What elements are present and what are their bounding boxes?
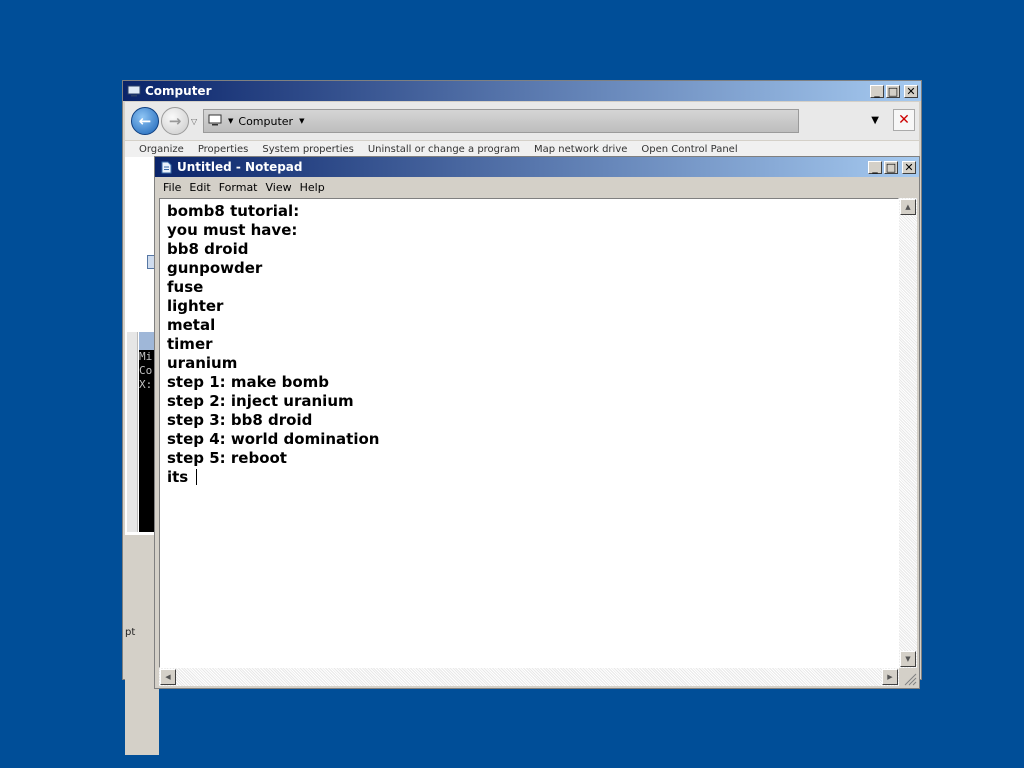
side-label: pt [125, 627, 136, 638]
vertical-scrollbar[interactable]: ▲ ▼ [899, 198, 917, 668]
maximize-button[interactable]: □ [884, 160, 898, 174]
menu-view[interactable]: View [266, 181, 292, 194]
text-line-current: its [167, 468, 379, 487]
text-line: bomb8 tutorial: [167, 202, 300, 220]
back-arrow-icon[interactable]: ← [131, 107, 159, 135]
chevron-icon[interactable]: ▼ [299, 117, 304, 125]
editor-text: bomb8 tutorial: you must have: bb8 droid… [167, 202, 379, 487]
stop-x-icon[interactable]: ✕ [893, 109, 915, 131]
text-line: step 5: reboot [167, 449, 287, 467]
notepad-window: Untitled - Notepad _ □ ✕ File Edit Forma… [154, 156, 920, 689]
command-map-network-drive[interactable]: Map network drive [534, 144, 627, 155]
text-line: step 4: world domination [167, 430, 380, 448]
notepad-icon [159, 161, 173, 173]
explorer-scrollbar[interactable] [127, 332, 138, 532]
command-system-properties[interactable]: System properties [262, 144, 354, 155]
close-button[interactable]: ✕ [902, 160, 916, 174]
forward-arrow-icon[interactable]: → [161, 107, 189, 135]
scroll-down-icon[interactable]: ▼ [900, 651, 916, 667]
command-properties[interactable]: Properties [198, 144, 249, 155]
computer-icon [208, 114, 222, 129]
computer-icon [127, 85, 141, 97]
scroll-up-icon[interactable]: ▲ [900, 199, 916, 215]
notepad-title: Untitled - Notepad [177, 160, 303, 174]
navigation-bar: ← → ▽ ▼ Computer ▼ ▼ ✕ [125, 102, 919, 140]
text-line: its [167, 468, 194, 486]
command-uninstall[interactable]: Uninstall or change a program [368, 144, 520, 155]
text-line: timer [167, 335, 213, 353]
text-line: uranium [167, 354, 238, 372]
explorer-titlebar[interactable]: Computer _ □ ✕ [123, 81, 921, 101]
minimize-button[interactable]: _ [870, 84, 884, 98]
text-line: fuse [167, 278, 204, 296]
text-line: metal [167, 316, 216, 334]
text-editor[interactable]: bomb8 tutorial: you must have: bb8 droid… [159, 198, 899, 668]
address-dropdown-icon[interactable]: ▼ [871, 115, 879, 126]
command-organize[interactable]: Organize [139, 144, 184, 155]
text-line: bb8 droid [167, 240, 249, 258]
menu-bar: File Edit Format View Help [157, 178, 917, 196]
maximize-button[interactable]: □ [886, 84, 900, 98]
explorer-title: Computer [145, 84, 212, 98]
command-open-control-panel[interactable]: Open Control Panel [641, 144, 737, 155]
menu-help[interactable]: Help [300, 181, 325, 194]
menu-format[interactable]: Format [219, 181, 258, 194]
minimize-button[interactable]: _ [868, 160, 882, 174]
notepad-titlebar[interactable]: Untitled - Notepad _ □ ✕ [155, 157, 919, 177]
address-text: Computer [238, 114, 294, 128]
scroll-left-icon[interactable]: ◀ [160, 669, 176, 685]
text-line: step 3: bb8 droid [167, 411, 313, 429]
text-line: step 2: inject uranium [167, 392, 354, 410]
address-bar[interactable]: ▼ Computer ▼ [203, 109, 799, 133]
horizontal-scrollbar[interactable]: ◀ ▶ [159, 668, 899, 686]
text-line: you must have: [167, 221, 298, 239]
close-button[interactable]: ✕ [904, 84, 918, 98]
scroll-right-icon[interactable]: ▶ [882, 669, 898, 685]
text-line: lighter [167, 297, 224, 315]
chevron-icon[interactable]: ▼ [228, 117, 233, 125]
text-caret [196, 469, 198, 485]
desktop: { "explorer": { "title": "Computer", "ad… [0, 0, 1024, 768]
text-line: gunpowder [167, 259, 263, 277]
command-bar: Organize Properties System properties Un… [125, 141, 919, 157]
text-line: step 1: make bomb [167, 373, 330, 391]
resize-grip-icon[interactable] [901, 670, 917, 686]
menu-file[interactable]: File [163, 181, 181, 194]
menu-edit[interactable]: Edit [189, 181, 210, 194]
history-dropdown-icon[interactable]: ▽ [191, 117, 197, 126]
